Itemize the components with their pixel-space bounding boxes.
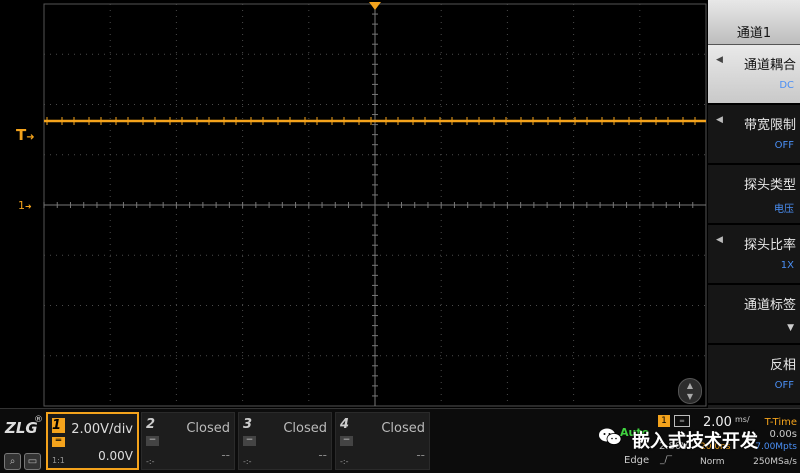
trigger-type: Edge [624, 455, 650, 466]
chevron-left-icon: ◀ [716, 235, 723, 245]
channel1-scale: 2.00V/div [71, 422, 133, 437]
channel3-panel[interactable]: 3 − -:- Closed -- [238, 412, 332, 470]
channel-coupling-icon: − [146, 436, 159, 446]
channel1-panel[interactable]: 1 ═ 1:1 2.00V/div 0.00V [46, 412, 139, 470]
scroll-updown-button[interactable]: ▲ ▼ [678, 378, 702, 404]
chevron-left-icon: ◀ [716, 55, 723, 65]
menu-item-probe-type[interactable]: 探头类型 电压 [708, 165, 800, 225]
rising-edge-icon: _/‾ [660, 455, 673, 465]
trigger-level-marker[interactable]: T➜ [16, 126, 35, 144]
menu-item-channel-label[interactable]: 通道标签 ▼ [708, 285, 800, 345]
channel1-offset: 0.00V [98, 449, 133, 463]
triangle-down-icon: ▼ [787, 323, 794, 333]
channel2-panel[interactable]: 2 − -:- Closed -- [141, 412, 235, 470]
wechat-watermark: 嵌入式技术开发 [598, 425, 798, 453]
chevron-down-icon: ▼ [686, 392, 694, 401]
channel-coupling-icon: ═ [52, 437, 65, 447]
waveform-grid [43, 2, 707, 407]
zlg-logo-text: ZLG [5, 419, 38, 437]
acquisition-mode: Norm [700, 457, 725, 467]
menu-title: 通道1 [708, 0, 800, 45]
brand-logo: ZLG ® ⌕ ▭ [4, 415, 44, 470]
menu-item-probe-ratio[interactable]: ◀ 探头比率 1X [708, 225, 800, 285]
channel-coupling-icon: − [340, 436, 353, 446]
wechat-icon [599, 428, 622, 445]
menu-item-bandwidth-limit[interactable]: ◀ 带宽限制 OFF [708, 105, 800, 165]
menu-item-invert[interactable]: 反相 OFF [708, 345, 800, 405]
zoom-search-icon[interactable]: ⌕ [4, 453, 21, 470]
channel4-panel[interactable]: 4 − -:- Closed -- [335, 412, 430, 470]
menu-item-coupling[interactable]: ◀ 通道耦合 DC [708, 45, 800, 105]
trigger-position-icon [369, 2, 381, 10]
waveform-display[interactable]: T➜ 1➜ ▲ ▼ [0, 0, 708, 408]
status-bar: ZLG ® ⌕ ▭ 1 ═ 1:1 2.00V/div 0.00V 2 − -:… [0, 408, 800, 473]
channel-menu: 通道1 ◀ 通道耦合 DC ◀ 带宽限制 OFF 探头类型 电压 ◀ 探头比率 … [708, 0, 800, 408]
screen-icon[interactable]: ▭ [24, 453, 41, 470]
sample-rate: 250MSa/s [753, 457, 797, 467]
channel-coupling-icon: − [243, 436, 256, 446]
channel1-offset-marker[interactable]: 1➜ [18, 199, 32, 212]
chevron-up-icon: ▲ [686, 381, 694, 390]
chevron-left-icon: ◀ [716, 115, 723, 125]
